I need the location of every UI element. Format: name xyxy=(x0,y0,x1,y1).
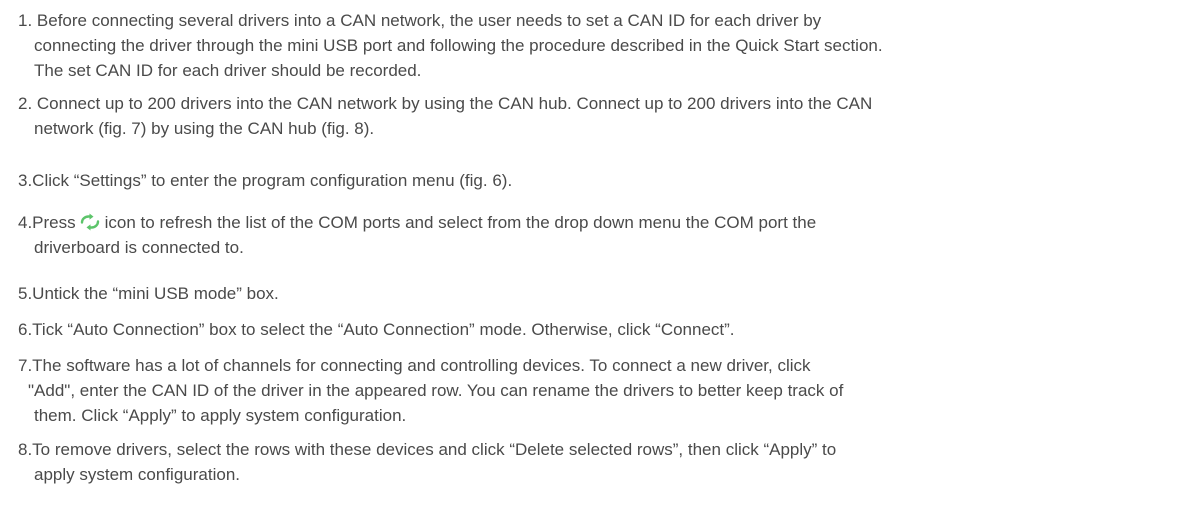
step-4: 4.Press icon to refresh the list of the … xyxy=(18,210,1178,260)
step-4-text-after-icon: icon to refresh the list of the COM port… xyxy=(104,213,817,232)
step-8-line-1: 8.To remove drivers, select the rows wit… xyxy=(18,440,837,459)
step-5-line-1: 5.Untick the “mini USB mode” box. xyxy=(18,284,279,303)
step-8: 8.To remove drivers, select the rows wit… xyxy=(18,437,1178,487)
step-7-line-1: 7.The software has a lot of channels for… xyxy=(18,356,811,375)
step-2-line-1: 2. Connect up to 200 drivers into the CA… xyxy=(18,94,873,113)
step-7-line-3: them. Click “Apply” to apply system conf… xyxy=(34,406,407,425)
step-4-line-1: 4.Press icon to refresh the list of the … xyxy=(18,210,1178,235)
step-1-line-3: The set CAN ID for each driver should be… xyxy=(34,61,422,80)
step-6-line-1: 6.Tick “Auto Connection” box to select t… xyxy=(18,320,735,339)
step-2: 2. Connect up to 200 drivers into the CA… xyxy=(18,91,1178,141)
step-1-line-1: 1. Before connecting several drivers int… xyxy=(18,11,822,30)
step-1: 1. Before connecting several drivers int… xyxy=(18,8,1178,83)
refresh-icon xyxy=(79,213,101,231)
step-8-line-2: apply system configuration. xyxy=(34,465,240,484)
step-5: 5.Untick the “mini USB mode” box. xyxy=(18,281,1178,306)
step-3: 3.Click “Settings” to enter the program … xyxy=(18,168,1178,193)
step-1-line-2: connecting the driver through the mini U… xyxy=(34,36,883,55)
step-2-line-2: network (fig. 7) by using the CAN hub (f… xyxy=(34,119,375,138)
step-7-line-2: "Add", enter the CAN ID of the driver in… xyxy=(28,381,844,400)
step-4-line-2: driverboard is connected to. xyxy=(34,238,244,257)
step-4-text-before-icon: 4.Press xyxy=(18,213,76,232)
step-6: 6.Tick “Auto Connection” box to select t… xyxy=(18,317,1178,342)
step-7: 7.The software has a lot of channels for… xyxy=(18,353,1178,428)
step-3-line-1: 3.Click “Settings” to enter the program … xyxy=(18,171,513,190)
instruction-document: 1. Before connecting several drivers int… xyxy=(0,0,1195,505)
